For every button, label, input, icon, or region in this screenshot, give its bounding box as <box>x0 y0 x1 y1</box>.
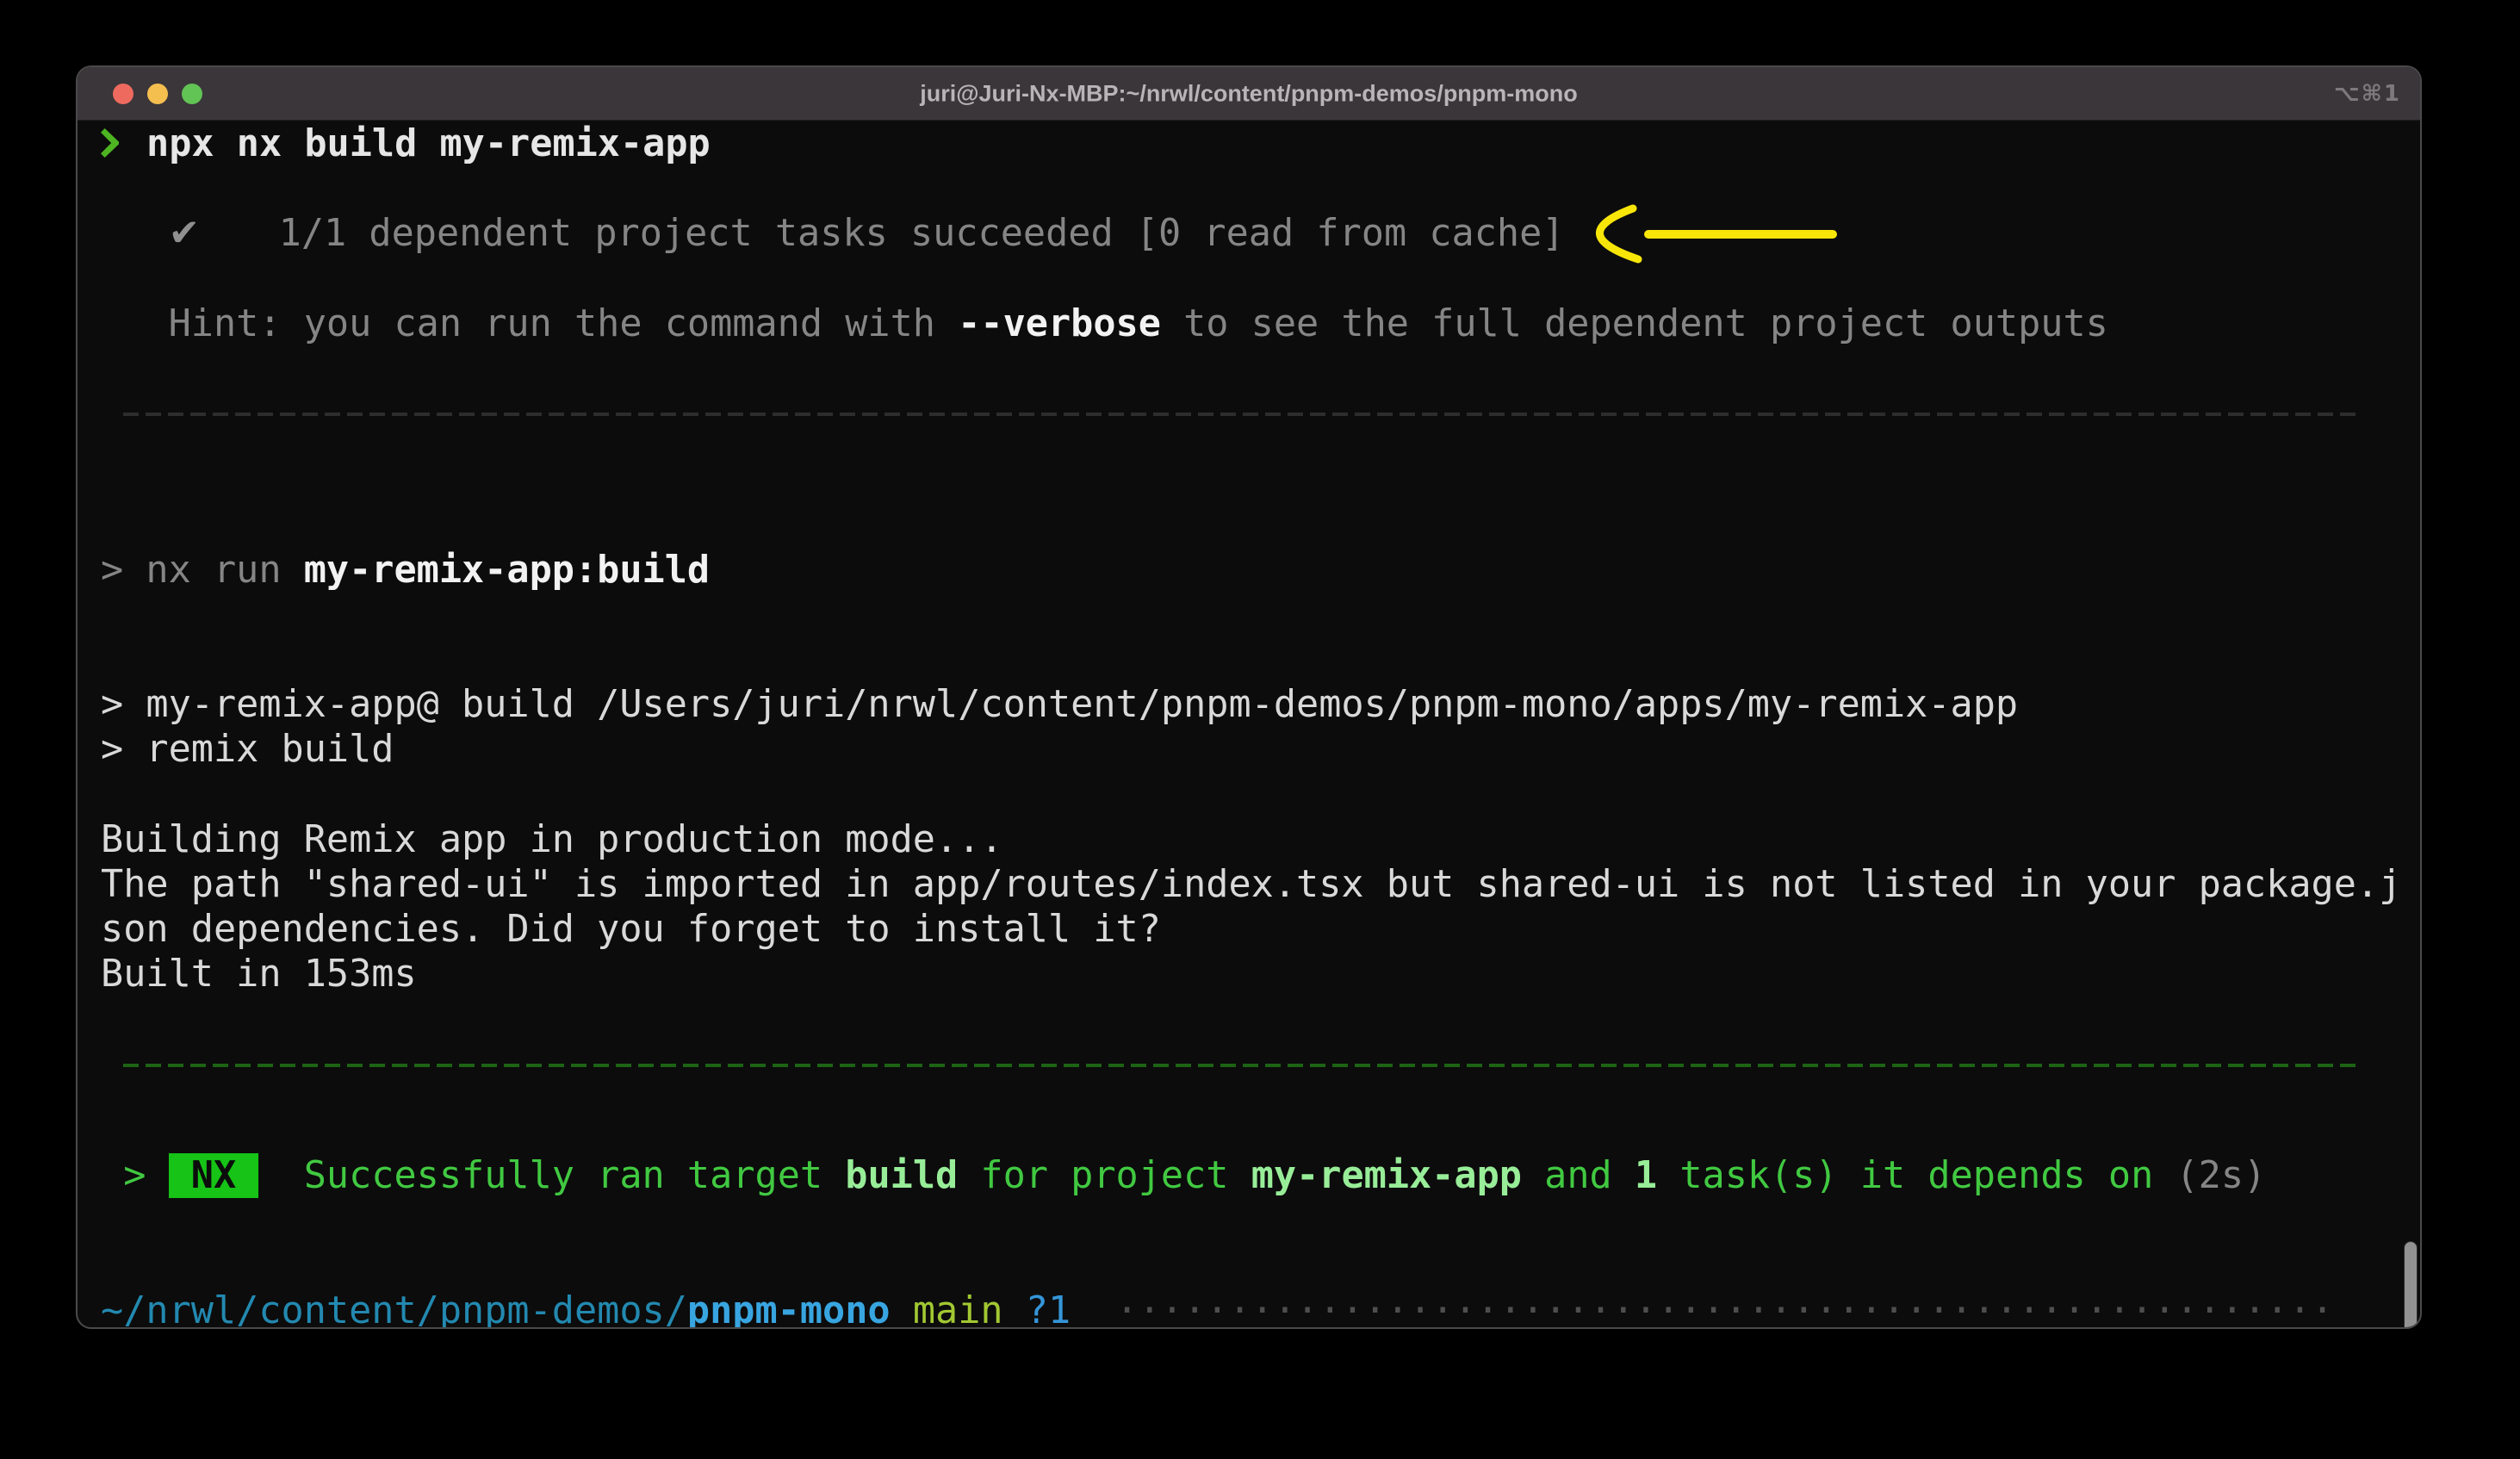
shell-prompt-line: ~/nrwl/content/pnpm-demos/pnpm-mono main?… <box>101 1288 2420 1329</box>
titlebar[interactable]: juri@Juri-Nx-MBP:~/nrwl/content/pnpm-dem… <box>78 67 2420 121</box>
success-caret: > <box>123 1154 146 1197</box>
prompt-filler-dots: ········································… <box>1116 1289 2334 1329</box>
traffic-lights <box>113 67 202 121</box>
build-output-line: Built in 153ms <box>101 952 2420 996</box>
maximize-button[interactable] <box>182 84 202 104</box>
output-divider <box>123 413 2356 416</box>
hint-line: Hint: you can run the command with --ver… <box>101 301 2420 346</box>
minimize-button[interactable] <box>147 84 168 104</box>
package-script-line: > my-remix-app@ build /Users/juri/nrwl/c… <box>101 682 2420 727</box>
build-output-line: son dependencies. Did you forget to inst… <box>101 907 2420 952</box>
git-status: ?1 <box>1026 1289 1071 1329</box>
hint-prefix: Hint: you can run the command with <box>169 302 959 345</box>
nx-run-prefix: > nx run <box>101 549 304 592</box>
close-button[interactable] <box>113 84 133 104</box>
nx-badge: NX <box>169 1153 259 1198</box>
success-divider <box>123 1064 2356 1067</box>
typed-command: npx nx build my-remix-app <box>146 122 711 165</box>
target-name: build <box>845 1154 958 1197</box>
git-branch: main <box>913 1289 1003 1329</box>
build-output-line: The path "shared-ui" is imported in app/… <box>101 862 2420 907</box>
prompt-chevron-icon <box>101 128 119 158</box>
project-name: my-remix-app <box>1251 1154 1522 1197</box>
nx-run-line: > nx run my-remix-app:build <box>101 548 2420 593</box>
hint-suffix: to see the full dependent project output… <box>1161 302 2108 345</box>
scrollbar-thumb[interactable] <box>2404 1241 2418 1329</box>
window-shortcut-badge: ⌥⌘1 <box>2334 81 2401 107</box>
desktop: juri@Juri-Nx-MBP:~/nrwl/content/pnpm-dem… <box>0 0 2520 1459</box>
remix-build-line: > remix build <box>101 727 2420 772</box>
terminal-window: juri@Juri-Nx-MBP:~/nrwl/content/pnpm-dem… <box>76 65 2422 1329</box>
tasks-succeeded-text: 1/1 dependent project tasks succeeded [0… <box>279 212 1565 255</box>
task-count: 1 <box>1635 1154 1657 1197</box>
build-output-line: Building Remix app in production mode... <box>101 817 2420 862</box>
terminal-content[interactable]: npx nx build my-remix-app ✔ 1/1 dependent… <box>78 121 2420 1326</box>
cwd-path: ~/nrwl/content/pnpm-demos/ <box>101 1289 687 1329</box>
tasks-succeeded-line: ✔ 1/1 dependent project tasks succeeded [… <box>101 211 2420 256</box>
nx-run-target: my-remix-app:build <box>304 549 710 592</box>
window-title: juri@Juri-Nx-MBP:~/nrwl/content/pnpm-dem… <box>920 80 1578 107</box>
verbose-flag: --verbose <box>958 302 1161 345</box>
nx-success-line: >NXSuccessfully ran target build for pro… <box>101 1153 2420 1198</box>
cwd-dir: pnpm-mono <box>687 1289 891 1329</box>
check-icon: ✔ <box>169 212 200 255</box>
command-line: npx nx build my-remix-app <box>101 121 2420 166</box>
duration: (2s) <box>2176 1154 2266 1197</box>
